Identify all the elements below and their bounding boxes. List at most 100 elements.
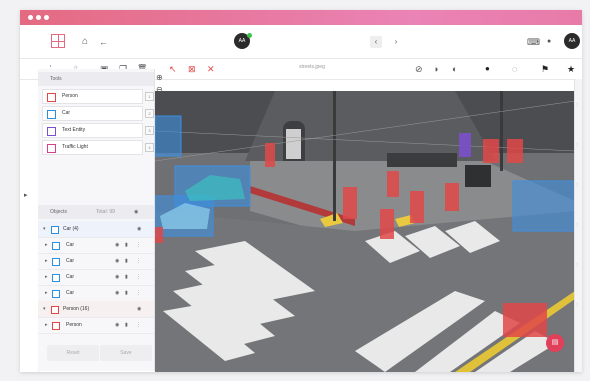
eye-icon[interactable]: ◉ <box>115 269 119 285</box>
object-row-car[interactable]: ▸ Car ◉ ▮ ⋮ <box>38 237 154 254</box>
expand-icon[interactable]: ▸ <box>45 253 48 269</box>
object-swatch <box>52 322 60 330</box>
eye-icon[interactable]: ◉ <box>115 285 119 301</box>
tool-car[interactable]: Car 2 <box>42 106 154 121</box>
eye-icon[interactable]: ◉ <box>115 237 119 253</box>
redo-icon[interactable]: ◐ <box>452 63 457 75</box>
side-tab-icon[interactable]: ⋮ <box>575 299 579 311</box>
group-label: Person (16) <box>63 306 90 312</box>
expand-panel-icon[interactable]: ▸ <box>24 190 28 202</box>
object-group-car[interactable]: ▾ Car (4) ◉ <box>38 221 154 238</box>
collapse-icon[interactable]: ▾ <box>43 301 46 317</box>
car-color-swatch <box>47 110 56 119</box>
side-tab-icon[interactable]: ⋮ <box>575 139 579 151</box>
more-icon[interactable]: ⋮ <box>136 253 141 269</box>
object-row-person[interactable]: ▸ Person ◉ ▮ ⋮ <box>38 317 154 334</box>
shortcut-key: 4 <box>145 143 154 152</box>
lock-icon[interactable]: ▮ <box>125 317 128 333</box>
expand-icon[interactable]: ▸ <box>45 285 48 301</box>
bounding-box-icon[interactable]: ⊠ <box>188 63 196 75</box>
more-icon[interactable]: ⋮ <box>136 237 141 253</box>
object-row-car[interactable]: ▸ Car ◉ ▮ ⋮ <box>38 269 154 286</box>
objects-total: Total: 99 <box>96 209 115 215</box>
window-dot[interactable] <box>44 15 49 20</box>
object-label: Car <box>66 274 75 280</box>
grid-logo-icon[interactable] <box>51 34 65 48</box>
left-panel: Tools Person 1 Car 2 Text Entity 3 Traff… <box>38 69 155 371</box>
tool-label: Traffic Light <box>62 144 88 150</box>
back-icon[interactable]: ← <box>99 36 108 48</box>
objects-header-label: Objects <box>50 209 67 215</box>
object-row-car[interactable]: ▸ Car ◉ ▮ ⋮ <box>38 285 154 302</box>
expand-icon[interactable]: ▸ <box>45 317 48 333</box>
annotation-canvas[interactable]: ▤ <box>155 91 575 372</box>
keyboard-icon[interactable]: ⌨ <box>527 36 540 48</box>
bell-icon[interactable]: ● <box>547 36 551 48</box>
group-label: Car (4) <box>63 226 79 232</box>
online-dot-icon <box>247 33 252 38</box>
comment-icon[interactable]: ◌ <box>512 63 517 75</box>
side-tab-icon[interactable]: ⋮ <box>575 99 579 111</box>
eye-icon[interactable]: ◉ <box>115 317 119 333</box>
lock-icon[interactable]: ▮ <box>125 269 128 285</box>
side-tab-icon[interactable]: ⋮ <box>575 179 579 191</box>
object-label: Car <box>66 242 75 248</box>
tool-text-entity[interactable]: Text Entity 3 <box>42 123 154 138</box>
hide-icon[interactable]: ⊘ <box>415 63 423 75</box>
traffic-light-color-swatch <box>47 144 56 153</box>
pin-icon[interactable]: ● <box>485 63 490 75</box>
floating-action-button[interactable]: ▤ <box>546 334 564 352</box>
object-swatch <box>52 290 60 298</box>
right-side-rail: ⋮ ⋮ ⋮ ⋮ ⋮ ⋮ <box>574 79 582 372</box>
lock-icon[interactable]: ▮ <box>125 285 128 301</box>
zoom-in-icon[interactable]: ⊕ <box>156 72 163 84</box>
side-tab-icon[interactable]: ⋮ <box>575 259 579 271</box>
star-icon[interactable]: ★ <box>567 63 575 75</box>
tools-header: Tools <box>38 72 154 86</box>
user-avatar[interactable]: AA <box>564 33 580 49</box>
object-row-car[interactable]: ▸ Car ◉ ▮ ⋮ <box>38 253 154 270</box>
reset-button[interactable]: Reset <box>47 345 99 361</box>
user-initials: AA <box>568 38 576 44</box>
more-icon[interactable]: ⋮ <box>136 317 141 333</box>
tool-label: Text Entity <box>62 127 86 133</box>
settings-icon[interactable]: ◉ <box>134 205 138 219</box>
delete-shape-icon[interactable]: ✕ <box>207 63 215 75</box>
flag-icon[interactable]: ⚑ <box>541 63 549 75</box>
object-swatch <box>52 258 60 266</box>
collapse-icon[interactable]: ▾ <box>43 221 46 237</box>
side-tab-icon[interactable]: ⋮ <box>575 219 579 231</box>
more-icon[interactable]: ⋮ <box>136 269 141 285</box>
home-icon[interactable]: ⌂ <box>82 36 88 48</box>
file-name: streets.jpeg <box>299 64 325 70</box>
shortcut-key: 3 <box>145 126 154 135</box>
tool-person[interactable]: Person 1 <box>42 89 154 104</box>
pointer-icon[interactable]: ↖ <box>169 63 177 75</box>
window-dot[interactable] <box>28 15 33 20</box>
app-window: ⌂ ← AA ‹ › ⌨ ● AA ⋮ ⇪ ▣ ❐ 🗑 ↖ ⊠ ✕ street… <box>20 10 582 372</box>
tool-label: Person <box>62 93 78 99</box>
eye-icon[interactable]: ◉ <box>115 253 119 269</box>
tools-header-label: Tools <box>50 76 62 82</box>
object-group-person[interactable]: ▾ Person (16) ◉ <box>38 301 154 318</box>
save-button[interactable]: Save <box>100 345 152 361</box>
undo-icon[interactable]: ◑ <box>433 63 438 75</box>
object-swatch <box>52 274 60 282</box>
window-dot[interactable] <box>36 15 41 20</box>
chevron-right-icon: › <box>394 37 398 46</box>
more-icon[interactable]: ⋮ <box>136 285 141 301</box>
next-image-button[interactable]: › <box>390 36 402 48</box>
collapsed-nav-rail: ▸ <box>20 80 39 372</box>
person-group-swatch <box>51 306 59 314</box>
expand-icon[interactable]: ▸ <box>45 269 48 285</box>
prev-image-button[interactable]: ‹ <box>370 36 382 48</box>
chevron-left-icon: ‹ <box>374 37 378 46</box>
eye-icon[interactable]: ◉ <box>137 221 141 237</box>
expand-icon[interactable]: ▸ <box>45 237 48 253</box>
eye-icon[interactable]: ◉ <box>137 301 141 317</box>
lock-icon[interactable]: ▮ <box>125 253 128 269</box>
tool-traffic-light[interactable]: Traffic Light 4 <box>42 140 154 155</box>
layers-icon: ▤ <box>551 339 559 346</box>
car-group-swatch <box>51 226 59 234</box>
lock-icon[interactable]: ▮ <box>125 237 128 253</box>
